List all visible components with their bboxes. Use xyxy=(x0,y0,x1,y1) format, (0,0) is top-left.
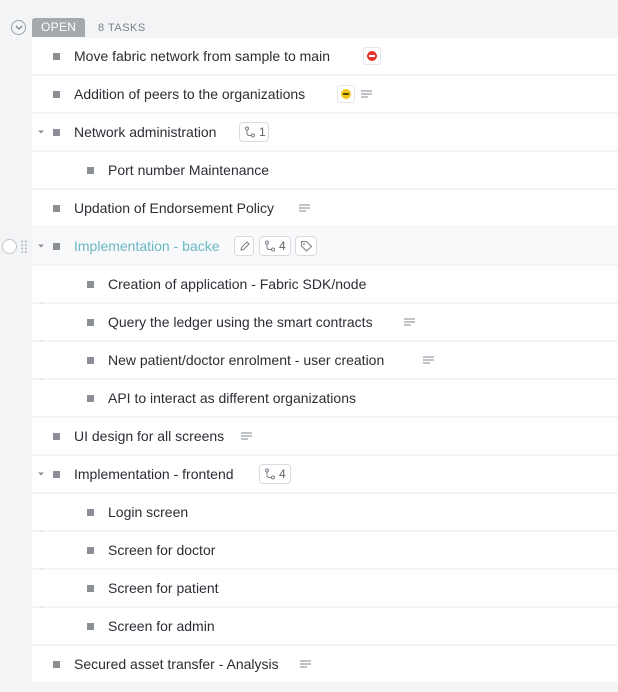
chevron-down-icon xyxy=(15,25,23,30)
expand-caret-icon[interactable] xyxy=(37,242,45,250)
task-row[interactable]: Addition of peers to the organizations xyxy=(32,76,618,112)
expand-caret-icon[interactable] xyxy=(37,128,45,136)
subtask-row[interactable]: Screen for doctor xyxy=(32,532,618,568)
description-lines-icon xyxy=(299,204,310,212)
drag-handle-icon[interactable] xyxy=(21,240,27,253)
add-tag-button[interactable] xyxy=(295,236,317,256)
subtasks-count-button[interactable]: 4 xyxy=(259,464,291,484)
subtask-icon xyxy=(245,126,255,138)
task-row[interactable]: Secured asset transfer - Analysis xyxy=(32,646,618,682)
task-row[interactable]: UI design for all screens xyxy=(32,418,618,454)
on-hold-status-badge[interactable] xyxy=(337,85,355,103)
edit-title-button[interactable] xyxy=(234,236,254,256)
task-title[interactable]: Query the ledger using the smart contrac… xyxy=(108,314,373,330)
task-row[interactable]: Implementation - frontend 4 xyxy=(32,456,618,492)
task-row[interactable]: Network administration 1 xyxy=(32,114,618,150)
subtask-row[interactable]: Port number Maintenance xyxy=(32,152,618,188)
group-header: OPEN 8 TASKS xyxy=(0,0,618,38)
task-title[interactable]: UI design for all screens xyxy=(74,428,224,444)
task-title[interactable]: Addition of peers to the organizations xyxy=(74,86,305,102)
pencil-icon xyxy=(240,241,250,251)
blocked-status-badge[interactable] xyxy=(363,47,381,65)
task-title[interactable]: Screen for patient xyxy=(108,580,219,596)
subtasks-count-button[interactable]: 1 xyxy=(239,122,269,142)
task-title[interactable]: Creation of application - Fabric SDK/nod… xyxy=(108,276,366,292)
task-status-square[interactable] xyxy=(87,547,94,554)
blocked-icon xyxy=(367,51,377,61)
task-title[interactable]: Updation of Endorsement Policy xyxy=(74,200,274,216)
task-row[interactable]: Updation of Endorsement Policy xyxy=(32,190,618,226)
description-lines-icon xyxy=(361,90,372,98)
task-status-square[interactable] xyxy=(53,661,60,668)
subtasks-count: 4 xyxy=(279,467,286,481)
task-status-square[interactable] xyxy=(87,281,94,288)
task-title[interactable]: Network administration xyxy=(74,124,216,140)
subtask-row[interactable]: Creation of application - Fabric SDK/nod… xyxy=(32,266,618,302)
subtasks-count: 4 xyxy=(279,239,286,253)
task-status-square[interactable] xyxy=(87,623,94,630)
task-status-square[interactable] xyxy=(53,471,60,478)
description-lines-icon xyxy=(300,660,311,668)
subtask-row[interactable]: Query the ledger using the smart contrac… xyxy=(32,304,618,340)
subtasks-count-button[interactable]: 4 xyxy=(259,236,291,256)
task-status-square[interactable] xyxy=(87,357,94,364)
task-count: 8 TASKS xyxy=(98,22,146,34)
subtask-row[interactable]: Login screen xyxy=(32,494,618,530)
expand-caret-icon[interactable] xyxy=(37,470,45,478)
task-status-square[interactable] xyxy=(53,91,60,98)
task-status-square[interactable] xyxy=(53,129,60,136)
task-title[interactable]: Login screen xyxy=(108,504,188,520)
on-hold-icon xyxy=(341,89,351,99)
task-status-square[interactable] xyxy=(87,509,94,516)
subtask-row[interactable]: Screen for patient xyxy=(32,570,618,606)
description-lines-icon xyxy=(241,432,252,440)
subtask-row[interactable]: New patient/doctor enrolment - user crea… xyxy=(32,342,618,378)
task-title[interactable]: Move fabric network from sample to main xyxy=(74,48,330,64)
task-status-square[interactable] xyxy=(87,585,94,592)
subtask-row[interactable]: API to interact as different organizatio… xyxy=(32,380,618,416)
task-title[interactable]: Implementation - frontend xyxy=(74,466,234,482)
task-title-link[interactable]: Implementation - backe xyxy=(74,238,220,254)
task-status-square[interactable] xyxy=(87,395,94,402)
subtask-row[interactable]: Screen for admin xyxy=(32,608,618,644)
description-lines-icon xyxy=(404,318,415,326)
select-task-checkbox[interactable] xyxy=(2,239,17,254)
task-status-square[interactable] xyxy=(53,243,60,250)
subtask-icon xyxy=(265,468,275,480)
task-title[interactable]: Screen for doctor xyxy=(108,542,215,558)
task-row[interactable]: Implementation - backe 4 xyxy=(32,228,618,264)
task-status-square[interactable] xyxy=(53,205,60,212)
description-lines-icon xyxy=(423,356,434,364)
task-status-square[interactable] xyxy=(87,167,94,174)
status-pill[interactable]: OPEN xyxy=(32,18,86,37)
task-row[interactable]: Move fabric network from sample to main xyxy=(32,38,618,74)
tag-icon xyxy=(301,241,313,252)
task-title[interactable]: API to interact as different organizatio… xyxy=(108,390,356,406)
task-status-square[interactable] xyxy=(87,319,94,326)
task-status-square[interactable] xyxy=(53,433,60,440)
task-title[interactable]: Secured asset transfer - Analysis xyxy=(74,656,279,672)
subtasks-count: 1 xyxy=(259,125,266,139)
collapse-group-button[interactable] xyxy=(11,20,26,35)
task-title[interactable]: New patient/doctor enrolment - user crea… xyxy=(108,352,384,368)
task-title[interactable]: Port number Maintenance xyxy=(108,162,269,178)
task-title[interactable]: Screen for admin xyxy=(108,618,215,634)
subtask-icon xyxy=(265,240,275,252)
task-status-square[interactable] xyxy=(53,53,60,60)
